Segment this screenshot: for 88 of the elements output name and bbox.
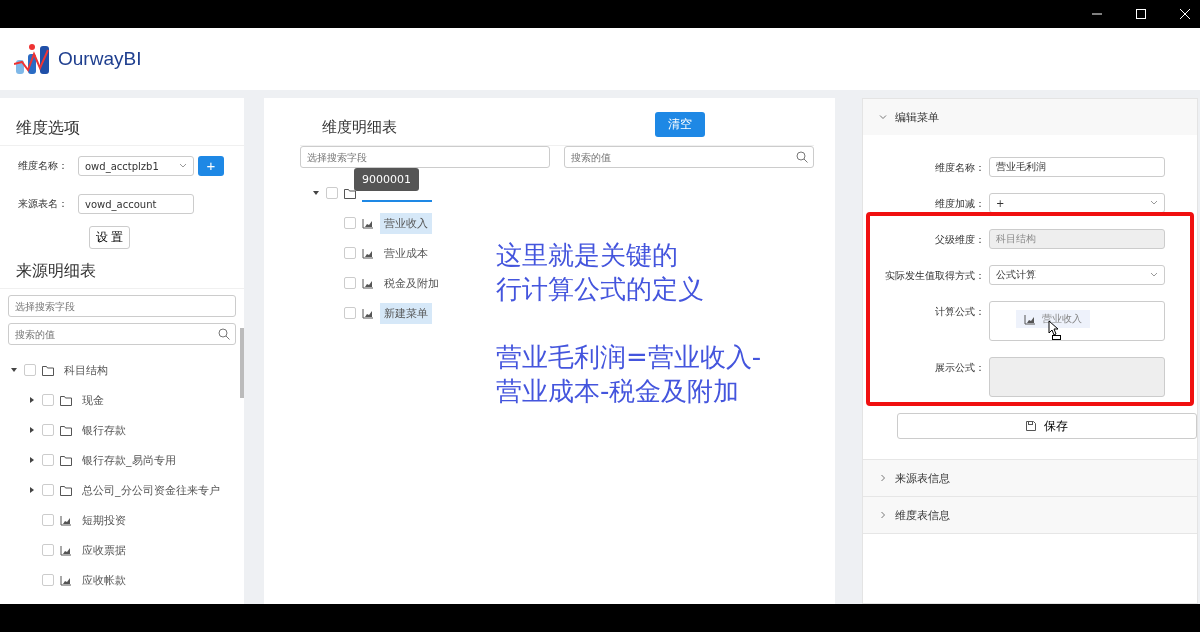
chart-icon <box>60 574 72 586</box>
collapse-caret-icon[interactable] <box>10 366 18 374</box>
tree-item[interactable]: 现金 <box>78 389 108 411</box>
field-label: 展示公式： <box>934 361 985 375</box>
panel-title: 维度选项 <box>0 98 244 146</box>
annotation-text: 营业毛利润=营业收入- <box>496 341 762 374</box>
panel-title: 来源明细表 <box>0 249 244 289</box>
folder-icon <box>344 187 356 199</box>
tree-item[interactable]: 银行存款 <box>78 419 130 441</box>
tree-item[interactable]: 新建菜单 <box>380 302 432 324</box>
expand-caret-icon[interactable] <box>28 396 36 404</box>
checkbox[interactable] <box>24 364 36 376</box>
tree-item[interactable]: 应收票据 <box>78 539 130 561</box>
checkbox[interactable] <box>42 454 54 466</box>
annotation-text: 这里就是关键的 <box>496 239 679 272</box>
expand-caret-icon[interactable] <box>28 486 36 494</box>
search-field[interactable]: 选择搜索字段 <box>8 295 236 317</box>
chart-icon <box>362 277 374 289</box>
annotation-text: 行计算公式的定义 <box>496 273 705 306</box>
checkbox[interactable] <box>42 394 54 406</box>
save-button[interactable]: 保存 <box>897 413 1197 439</box>
chart-icon <box>362 307 374 319</box>
save-icon <box>1026 421 1036 431</box>
input-field[interactable]: 营业毛利润 <box>989 157 1165 177</box>
folder-icon <box>60 484 72 496</box>
settings-button[interactable]: 设 置 <box>89 226 131 249</box>
accordion-header[interactable]: 编辑菜单 <box>863 99 1197 135</box>
annotation-text: 营业成本-税金及附加 <box>496 375 741 408</box>
chart-icon <box>1024 313 1036 325</box>
chevron-icon <box>179 163 187 169</box>
chart-icon <box>60 544 72 556</box>
checkbox[interactable] <box>42 484 54 496</box>
expand-caret-icon[interactable] <box>28 456 36 464</box>
chart-icon <box>362 217 374 229</box>
checkbox[interactable] <box>344 277 356 289</box>
checkbox[interactable] <box>42 574 54 586</box>
folder-icon <box>60 394 72 406</box>
clear-button[interactable]: 清空 <box>655 112 705 137</box>
checkbox[interactable] <box>344 247 356 259</box>
chevron-icon <box>1150 200 1158 206</box>
checkbox[interactable] <box>42 424 54 436</box>
folder-icon <box>60 424 72 436</box>
field-label: 来源表名： <box>18 197 69 211</box>
panel-title: 维度明细表 <box>321 117 397 137</box>
checkbox[interactable] <box>42 514 54 526</box>
search-icon[interactable] <box>796 151 808 163</box>
expand-caret-icon[interactable] <box>28 426 36 434</box>
add-button[interactable]: + <box>198 156 224 176</box>
dropdown[interactable]: owd_acctplzb1 <box>78 156 194 176</box>
accordion-header[interactable]: 来源表信息 <box>863 460 1197 496</box>
tree-item[interactable]: 总公司_分公司资金往来专户 <box>78 479 224 501</box>
brand-name: OurwayBI <box>58 48 142 70</box>
dropdown[interactable]: + <box>989 193 1165 213</box>
close-icon[interactable] <box>1178 7 1192 21</box>
field-label: 维度名称： <box>934 161 985 175</box>
drop-indicator <box>362 200 432 202</box>
field-label: 实际发生值取得方式： <box>884 269 985 283</box>
field-label: 维度名称： <box>18 159 69 173</box>
checkbox[interactable] <box>42 544 54 556</box>
tree-item[interactable]: 银行存款_易尚专用 <box>78 449 180 471</box>
checkbox[interactable] <box>326 187 338 199</box>
dropdown[interactable]: 公式计算 <box>989 265 1165 285</box>
tooltip: 9000001 <box>354 168 419 191</box>
tree-item[interactable]: 应收帐款 <box>78 569 130 591</box>
chevron-icon <box>1150 272 1158 278</box>
maximize-icon[interactable] <box>1134 7 1148 21</box>
tree-item[interactable]: 科目结构 <box>60 359 112 381</box>
accordion-header[interactable]: 维度表信息 <box>863 497 1197 533</box>
tree-item[interactable]: 营业成本 <box>380 242 432 264</box>
field-label: 父级维度： <box>934 233 985 247</box>
scrollbar-thumb[interactable] <box>240 328 244 398</box>
checkbox[interactable] <box>344 307 356 319</box>
chart-icon <box>362 247 374 259</box>
field-label: 计算公式： <box>934 305 985 319</box>
search-field[interactable]: 搜索的值 <box>564 146 814 168</box>
folder-icon <box>60 454 72 466</box>
folder-icon <box>42 364 54 376</box>
search-field[interactable]: 选择搜索字段 <box>300 146 550 168</box>
chart-icon <box>60 514 72 526</box>
input-field[interactable]: vowd_account <box>78 194 194 214</box>
tree-item[interactable]: 短期投资 <box>78 509 130 531</box>
tree-item[interactable]: 税金及附加 <box>380 272 443 294</box>
search-icon[interactable] <box>218 328 230 340</box>
field-label: 维度加减： <box>934 197 985 211</box>
tree-item[interactable]: 营业收入 <box>380 212 432 234</box>
checkbox[interactable] <box>344 217 356 229</box>
collapse-caret-icon[interactable] <box>312 189 320 197</box>
search-field[interactable]: 搜索的值 <box>8 323 236 345</box>
